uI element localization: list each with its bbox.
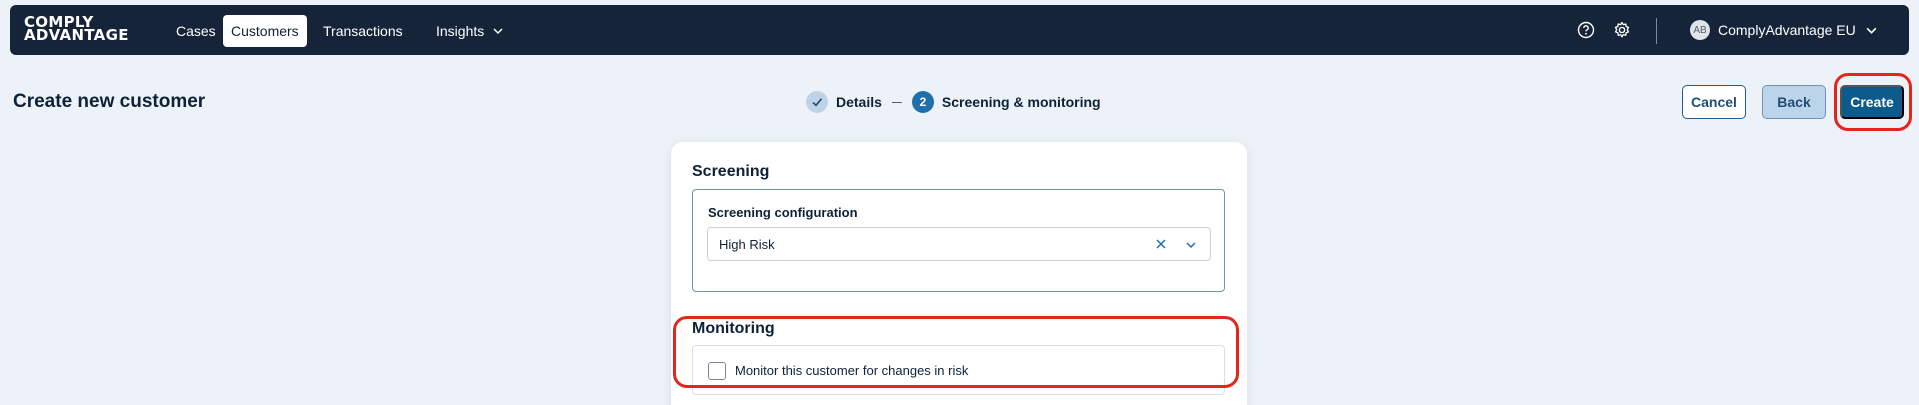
- nav-divider: [1656, 18, 1657, 44]
- chevron-down-icon[interactable]: [1185, 239, 1197, 251]
- help-icon[interactable]: [1577, 21, 1595, 39]
- top-nav: COMPLY ADVANTAGE Cases Customers Transac…: [10, 5, 1909, 55]
- nav-item-label: Transactions: [323, 23, 403, 39]
- chevron-down-icon: [493, 28, 503, 35]
- chevron-down-icon[interactable]: [1865, 24, 1878, 37]
- screening-config-label: Screening configuration: [708, 205, 858, 220]
- nav-item-label: Customers: [231, 23, 299, 39]
- gear-icon[interactable]: [1613, 21, 1631, 39]
- screening-config-box: Screening configuration High Risk: [692, 189, 1225, 292]
- nav-item-transactions[interactable]: Transactions: [315, 15, 411, 47]
- org-name[interactable]: ComplyAdvantage EU: [1718, 22, 1856, 38]
- brand-logo[interactable]: COMPLY ADVANTAGE: [24, 15, 129, 44]
- nav-item-customers[interactable]: Customers: [223, 15, 307, 47]
- screening-config-select[interactable]: High Risk: [707, 227, 1211, 261]
- back-button[interactable]: Back: [1762, 85, 1826, 119]
- check-icon: [812, 98, 823, 107]
- step-separator: [891, 101, 902, 103]
- step-details-label: Details: [836, 94, 882, 110]
- clear-icon[interactable]: [1155, 238, 1167, 250]
- nav-item-label: Cases: [176, 23, 216, 39]
- step-number: 2: [911, 91, 934, 113]
- nav-item-insights[interactable]: Insights: [428, 15, 512, 47]
- avatar[interactable]: AB: [1690, 20, 1710, 40]
- avatar-initials: AB: [1693, 24, 1707, 36]
- create-button-highlight: [1834, 73, 1912, 131]
- screening-config-value: High Risk: [719, 237, 775, 252]
- cancel-button[interactable]: Cancel: [1682, 85, 1746, 119]
- brand-line-2: ADVANTAGE: [24, 26, 129, 44]
- nav-item-label: Insights: [436, 23, 485, 39]
- step-screening-label: Screening & monitoring: [941, 94, 1101, 110]
- step-done-indicator: [806, 91, 828, 113]
- page-title: Create new customer: [13, 91, 206, 112]
- stepper: Details 2 Screening & monitoring: [806, 91, 1101, 113]
- nav-item-cases[interactable]: Cases: [168, 15, 224, 47]
- screening-section-title: Screening: [692, 163, 770, 180]
- monitoring-highlight: [673, 316, 1239, 388]
